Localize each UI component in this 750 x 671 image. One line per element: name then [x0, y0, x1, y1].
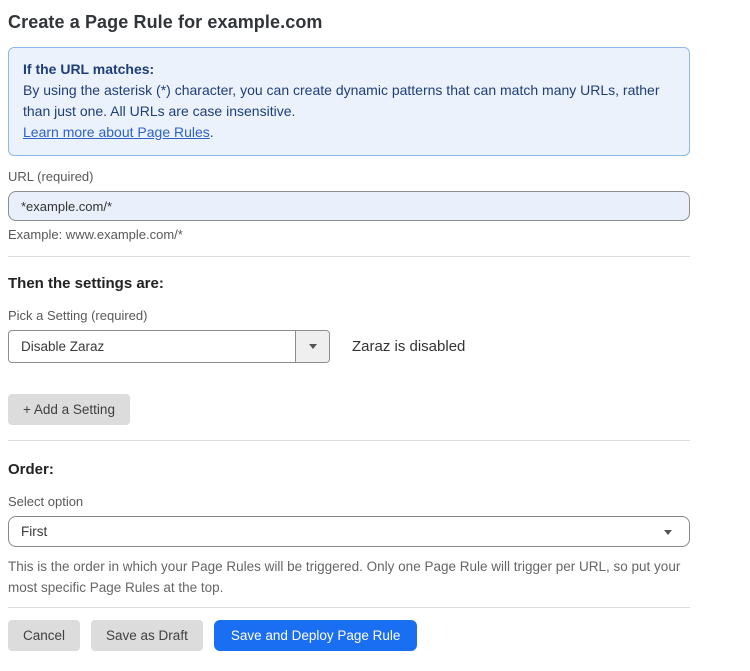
add-setting-button[interactable]: + Add a Setting — [8, 394, 130, 425]
caret-down-icon — [309, 344, 317, 349]
order-help-text: This is the order in which your Page Rul… — [8, 556, 684, 598]
divider — [8, 440, 690, 441]
learn-more-link[interactable]: Learn more about Page Rules — [23, 124, 210, 140]
caret-down-icon — [664, 530, 672, 535]
save-as-draft-button[interactable]: Save as Draft — [91, 620, 203, 651]
setting-dropdown-value: Disable Zaraz — [9, 331, 295, 362]
link-period: . — [210, 124, 214, 140]
setting-dropdown[interactable]: Disable Zaraz — [8, 330, 330, 363]
page-rule-form: Create a Page Rule for example.com If th… — [0, 0, 750, 671]
divider — [8, 256, 690, 257]
setting-row: Disable Zaraz Zaraz is disabled — [8, 330, 690, 363]
save-and-deploy-button[interactable]: Save and Deploy Page Rule — [214, 620, 418, 651]
info-box-link-line: Learn more about Page Rules. — [23, 122, 675, 143]
cancel-button[interactable]: Cancel — [8, 620, 80, 651]
divider — [8, 607, 690, 608]
settings-section-heading: Then the settings are: — [8, 275, 690, 292]
url-field-example: Example: www.example.com/* — [8, 227, 690, 242]
footer-button-row: Cancel Save as Draft Save and Deploy Pag… — [8, 620, 690, 651]
setting-dropdown-arrow-button[interactable] — [295, 331, 329, 362]
order-select-value: First — [21, 524, 47, 539]
page-title: Create a Page Rule for example.com — [8, 12, 690, 33]
url-matches-info-box: If the URL matches: By using the asteris… — [8, 47, 690, 156]
setting-status-text: Zaraz is disabled — [352, 338, 465, 355]
url-input[interactable] — [8, 191, 690, 221]
info-box-body: By using the asterisk (*) character, you… — [23, 80, 675, 122]
order-section-heading: Order: — [8, 461, 690, 478]
url-field-label: URL (required) — [8, 169, 690, 184]
pick-setting-label: Pick a Setting (required) — [8, 308, 690, 323]
order-select[interactable]: First — [8, 516, 690, 547]
info-box-heading: If the URL matches: — [23, 59, 675, 80]
order-select-label: Select option — [8, 494, 690, 509]
